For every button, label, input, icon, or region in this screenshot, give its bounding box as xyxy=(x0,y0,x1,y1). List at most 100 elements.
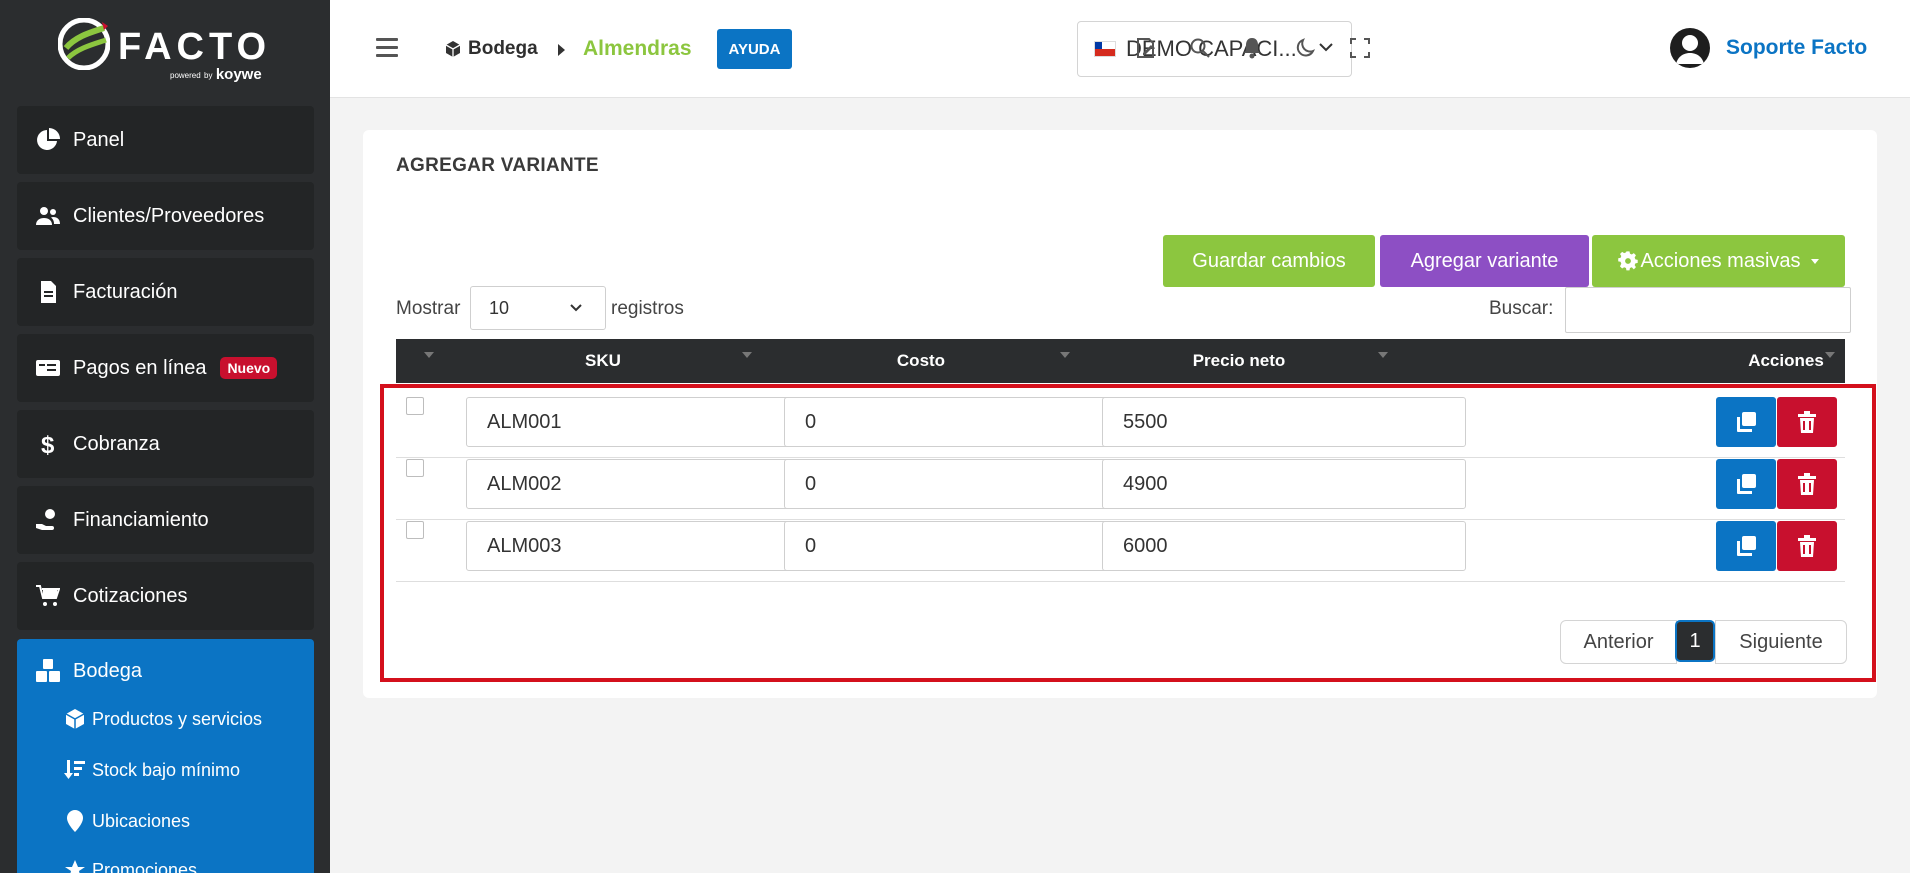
duplicate-button[interactable] xyxy=(1716,521,1776,571)
users-icon xyxy=(35,203,61,229)
help-button[interactable]: AYUDA xyxy=(717,29,792,69)
gear-icon xyxy=(1618,251,1639,271)
sidebar-subitem-promociones[interactable]: Promociones xyxy=(64,859,197,873)
duplicate-button[interactable] xyxy=(1716,397,1776,447)
facto-logo-mark-icon xyxy=(58,18,110,70)
search-input[interactable] xyxy=(1565,287,1851,333)
column-header-price[interactable]: Precio neto xyxy=(1089,339,1389,383)
trash-icon xyxy=(1798,473,1816,495)
breadcrumb-bodega[interactable]: Bodega xyxy=(444,38,538,60)
delete-button[interactable] xyxy=(1777,459,1837,509)
sidebar-item-facturacion[interactable]: Facturación xyxy=(17,258,314,326)
edit-document-icon[interactable] xyxy=(1134,36,1158,60)
menu-toggle-icon[interactable] xyxy=(376,38,398,58)
row-checkbox[interactable] xyxy=(406,397,424,415)
page-length-select[interactable]: 10 xyxy=(470,286,606,330)
sort-down-icon xyxy=(64,760,85,779)
search-icon[interactable] xyxy=(1188,36,1212,60)
sort-icon[interactable] xyxy=(1378,347,1388,358)
sidebar-item-label: Bodega xyxy=(73,659,142,682)
sku-input[interactable] xyxy=(466,459,830,509)
column-header-cost[interactable]: Costo xyxy=(771,339,1071,383)
search-label: Buscar: xyxy=(1489,298,1554,319)
breadcrumb-separator-icon xyxy=(558,44,565,56)
delete-button[interactable] xyxy=(1777,397,1837,447)
column-header-actions: Acciones xyxy=(1748,351,1824,370)
pagination-page-1[interactable]: 1 xyxy=(1675,620,1715,662)
document-icon xyxy=(35,279,61,305)
sort-icon[interactable] xyxy=(1060,347,1070,358)
table-header: SKU Costo Precio neto Acciones xyxy=(396,339,1845,383)
delete-button[interactable] xyxy=(1777,521,1837,571)
caret-down-icon xyxy=(1810,258,1819,264)
sidebar-item-clientes[interactable]: Clientes/Proveedores xyxy=(17,182,314,250)
sidebar-item-label: Financiamiento xyxy=(73,508,209,531)
copy-icon xyxy=(1737,474,1756,494)
add-variant-button[interactable]: Agregar variante xyxy=(1380,235,1589,287)
pagination-previous[interactable]: Anterior xyxy=(1560,620,1677,664)
fullscreen-icon[interactable] xyxy=(1348,36,1372,60)
sidebar-subitem-stock-minimo[interactable]: Stock bajo mínimo xyxy=(64,759,240,781)
row-checkbox[interactable] xyxy=(406,521,424,539)
sidebar: FACTO powered by koywe Panel Clientes/Pr… xyxy=(0,0,330,873)
facto-logo[interactable]: FACTO powered by koywe xyxy=(58,16,278,83)
sidebar-item-label: Panel xyxy=(73,128,125,151)
copy-icon xyxy=(1737,412,1756,432)
cost-input[interactable] xyxy=(784,459,1148,509)
sidebar-item-label: Cotizaciones xyxy=(73,584,188,607)
cart-icon xyxy=(35,583,61,609)
sidebar-item-label: Facturación xyxy=(73,280,178,303)
sort-icon[interactable] xyxy=(1825,347,1835,358)
show-label: Mostrar xyxy=(396,298,461,319)
sku-input[interactable] xyxy=(466,521,830,571)
sort-icon[interactable] xyxy=(424,347,434,358)
sidebar-item-bodega[interactable]: Bodega Productos y servicios Stock bajo … xyxy=(17,639,314,873)
sidebar-item-panel[interactable]: Panel xyxy=(17,106,314,174)
trash-icon xyxy=(1798,411,1816,433)
sidebar-subitem-productos[interactable]: Productos y servicios xyxy=(64,708,262,730)
records-label: registros xyxy=(611,298,684,319)
brand-name: FACTO xyxy=(118,26,272,68)
user-name[interactable]: Soporte Facto xyxy=(1726,36,1867,60)
copy-icon xyxy=(1737,536,1756,556)
boxes-icon xyxy=(35,658,61,684)
sidebar-subitem-ubicaciones[interactable]: Ubicaciones xyxy=(64,810,190,832)
pagination-next[interactable]: Siguiente xyxy=(1715,620,1847,664)
svg-text:$: $ xyxy=(41,432,55,456)
hand-money-icon xyxy=(35,507,61,533)
trash-icon xyxy=(1798,535,1816,557)
pie-chart-icon xyxy=(35,127,61,153)
avatar[interactable] xyxy=(1670,28,1710,68)
star-icon xyxy=(65,860,85,873)
moon-icon[interactable] xyxy=(1294,36,1318,60)
sidebar-item-label: Cobranza xyxy=(73,432,160,455)
breadcrumb-current: Almendras xyxy=(583,37,692,60)
sidebar-bodega-header[interactable]: Bodega xyxy=(17,639,142,703)
sidebar-item-cobranza[interactable]: $ Cobranza xyxy=(17,410,314,478)
save-changes-button[interactable]: Guardar cambios xyxy=(1163,235,1375,287)
bulk-actions-button[interactable]: Acciones masivas xyxy=(1592,235,1845,287)
price-input[interactable] xyxy=(1102,521,1466,571)
topbar: Bodega Almendras AYUDA DEMO CAPACI... So… xyxy=(330,0,1910,98)
sidebar-item-financiamiento[interactable]: Financiamiento xyxy=(17,486,314,554)
price-input[interactable] xyxy=(1102,459,1466,509)
cost-input[interactable] xyxy=(784,521,1148,571)
card-title: AGREGAR VARIANTE xyxy=(396,155,599,176)
location-pin-icon xyxy=(67,810,83,832)
bell-icon[interactable] xyxy=(1240,36,1264,60)
chevron-down-icon xyxy=(570,304,582,312)
sidebar-item-cotizaciones[interactable]: Cotizaciones xyxy=(17,562,314,630)
sort-icon[interactable] xyxy=(742,347,752,358)
row-checkbox[interactable] xyxy=(406,459,424,477)
column-header-sku[interactable]: SKU xyxy=(453,339,753,383)
sidebar-item-label: Pagos en línea xyxy=(73,356,207,379)
duplicate-button[interactable] xyxy=(1716,459,1776,509)
sku-input[interactable] xyxy=(466,397,830,447)
dollar-icon: $ xyxy=(35,431,61,457)
cost-input[interactable] xyxy=(784,397,1148,447)
chevron-down-icon xyxy=(1319,43,1333,52)
price-input[interactable] xyxy=(1102,397,1466,447)
chile-flag-icon xyxy=(1094,41,1116,57)
user-icon xyxy=(1676,35,1704,64)
sidebar-item-pagos[interactable]: Pagos en línea Nuevo xyxy=(17,334,314,402)
